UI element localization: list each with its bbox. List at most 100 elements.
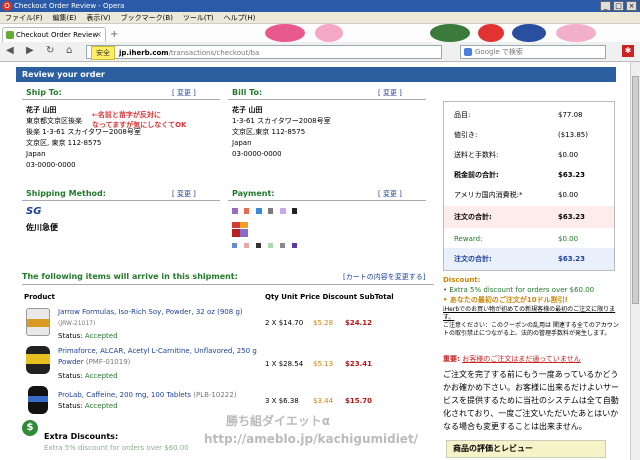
summary-row: 送料と手数料: $0.00 [444,144,614,166]
summary-label: 値引き: [454,131,478,139]
item-qty-price: 1 X $28.54 [265,360,304,368]
summary-value: $77.08 [558,111,583,119]
summary-row: 税金前の合計: $63.23 [444,164,614,186]
search-input[interactable]: Google で検索 [460,45,606,59]
bill-line: 03-0000-0000 [232,150,282,158]
tab-title: Checkout Order Review [16,31,99,39]
discount-bullet: • あなたの最初のご注文が10ドル割引! [443,296,568,304]
summary-row: 注文の合計: $63.23 [444,206,614,228]
skin-decoration [265,24,305,42]
ship-line: 03-0000-0000 [26,161,76,169]
summary-label: 注文の合計: [454,213,492,221]
bill-line: Japan [232,139,252,147]
change-cart-link[interactable]: [カートの内容を変更する] [343,272,425,282]
status-value: Accepted [84,402,118,410]
menu-bar: ファイル(F) 編集(E) 表示(V) ブックマーク(B) ツール(T) ヘルプ(H) [0,12,640,24]
divider [228,200,426,201]
product-sku: (JRW-21017) [58,320,96,327]
status-label: Status: [58,332,83,340]
scrollbar-thumb[interactable] [632,76,639,304]
annotation-note: ←名前と苗字が反対に なってますが気にしなくてOK [92,110,186,130]
divider [22,284,434,285]
status-value: Accepted [84,332,118,340]
product-name-link[interactable]: ProLab, Caffeine, 200 mg, 100 Tablets (P… [58,390,258,401]
review-box[interactable]: 商品の評価とレビュー [446,440,606,458]
menu-tools[interactable]: ツール(T) [178,12,219,24]
summary-row: アメリカ国内消費税:* $0.00 [444,184,614,206]
menu-bookmarks[interactable]: ブックマーク(B) [116,12,178,24]
menu-help[interactable]: ヘルプ(H) [219,12,261,24]
product-name-link[interactable]: Primaforce, ALCAR, Acetyl L-Carnitine, U… [58,346,258,368]
dollar-icon: $ [22,420,38,436]
security-badge[interactable]: 安全 [91,46,115,60]
ship-to-change-link[interactable]: [ 変更 ] [172,88,196,98]
iherb-favicon-icon [6,31,14,39]
scrollbar[interactable] [630,62,640,460]
product-image-soy[interactable] [26,308,50,336]
discount-note: iHerbでのお買い物が初めての新規客様の最初のご注文に限ります。 [443,306,616,321]
bill-to-address: 花子 山田 1-3-61 スカイタワー2008号室 文京区,東京 112-857… [232,105,331,160]
bill-line: 文京区,東京 112-8575 [232,128,306,136]
order-summary: 品目: $77.08 値引き: ($13.85) 送料と手数料: $0.00 税金前の… [443,101,615,271]
reload-icon[interactable]: ↻ [46,45,54,56]
product-image-alcar[interactable] [26,346,50,374]
skin-decoration [556,24,596,42]
col-product: Product [24,293,55,301]
tab-close-icon[interactable]: × [95,28,102,42]
url-path: /transactions/checkout/ba [168,49,260,57]
new-tab-icon[interactable]: + [110,29,118,40]
forward-icon[interactable]: ▶ [26,45,34,56]
minimize-icon[interactable]: _ [600,1,611,11]
summary-label: Reward: [454,235,483,243]
payment-change-link[interactable]: [ 変更 ] [378,189,402,199]
back-icon[interactable]: ◀ [6,45,14,56]
col-qty-price-discount-subtotal: Qty Unit Price Discount SubTotal [265,293,394,301]
product-sku: (PMF-01019) [85,358,131,366]
item-subtotal: $24.12 [345,319,373,327]
status-label: Status: [58,402,83,410]
product-name[interactable]: ProLab, Caffeine, 200 mg, 100 Tablets [58,391,191,399]
bill-to-change-link[interactable]: [ 変更 ] [378,88,402,98]
menu-view[interactable]: 表示(V) [81,12,115,24]
item-discount: $3.44 [313,397,334,405]
shipping-change-link[interactable]: [ 変更 ] [172,189,196,199]
opera-logo-icon: O [2,1,12,11]
product-image-caffeine[interactable] [28,386,48,414]
product-status: Status: Accepted [58,372,118,380]
divider [228,99,426,100]
close-icon[interactable]: × [626,1,637,11]
important-label: 重要: [443,355,460,363]
summary-row: 注文の合計: $63.23 [444,248,614,270]
maximize-icon[interactable]: □ [613,1,624,11]
summary-row: Reward: $0.00 [444,228,614,250]
home-icon[interactable]: ⌂ [66,45,72,56]
url-field[interactable]: 安全 jp.iherb.com/transactions/checkout/ba [86,45,442,60]
item-discount: $5.28 [313,319,334,327]
ship-line: Japan [26,150,46,158]
tab-checkout[interactable]: Checkout Order Review × [2,27,106,42]
sagawa-logo: SG [26,206,42,217]
url-host: jp.iherb.com [119,49,169,57]
extension-icon[interactable]: ✱ [622,45,634,57]
menu-edit[interactable]: 編集(E) [48,12,82,24]
items-section-title: The following items will arrive in this … [22,272,238,281]
google-icon [464,48,472,56]
product-name-link[interactable]: Jarrow Formulas, Iso-Rich Soy, Powder, 3… [58,307,258,318]
annotation-line: なってますが気にしなくてOK [92,121,187,129]
annotation-line: ←名前と苗字が反対に [92,111,161,119]
payment-title: Payment: [232,189,275,198]
watermark-url: http://ameblo.jp/kachigumidiet/ [204,432,419,446]
divider [22,200,220,201]
summary-row: 値引き: ($13.85) [444,124,614,146]
carrier-name: 佐川急便 [26,223,58,232]
discount-bullet-text: Extra 5% discount for orders over $60.00 [449,286,595,294]
confirm-text: ご注文を完了する前にもう一度あっているかどうかお確かめ下さい。お客様に出来るだけ… [443,370,619,431]
summary-value: $0.00 [558,151,579,159]
product-name[interactable]: Jarrow Formulas, Iso-Rich Soy, Powder, 3… [58,308,243,316]
menu-file[interactable]: ファイル(F) [0,12,48,24]
ship-to-title: Ship To: [26,88,62,97]
ship-line: 文京区, 東京 112-8575 [26,139,102,147]
search-placeholder: Google で検索 [475,48,523,56]
status-value: Accepted [84,372,118,380]
summary-label: アメリカ国内消費税:* [454,191,523,199]
